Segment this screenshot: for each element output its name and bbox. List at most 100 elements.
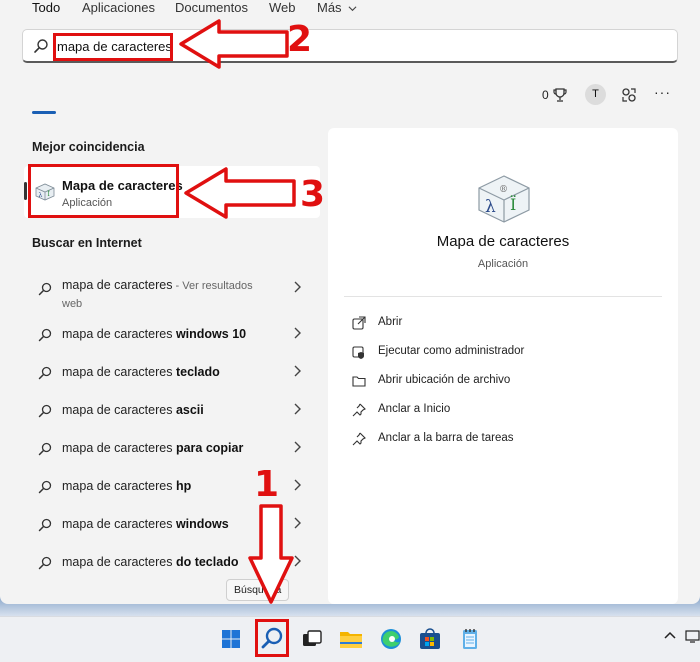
action-open-label: Abrir — [378, 316, 403, 328]
web-result[interactable]: mapa de caracteres teclado — [24, 354, 320, 390]
query-suggestion: hp — [175, 479, 192, 493]
tab-more[interactable]: Más — [317, 0, 357, 15]
web-result[interactable]: mapa de caracteres ascii — [24, 392, 320, 428]
action-open-location[interactable]: Abrir ubicación de archivo — [348, 371, 648, 393]
file-explorer-icon[interactable] — [337, 625, 365, 653]
divider — [344, 296, 662, 297]
annotation-arrow-left-icon — [179, 19, 289, 69]
preview-card: λ Ї ® Mapa de caracteres Aplicación Abri… — [328, 128, 678, 604]
annotation-arrow-down-icon — [248, 504, 294, 604]
chevron-right-icon — [294, 281, 301, 293]
selection-indicator — [24, 182, 27, 200]
best-match-heading: Mejor coincidencia — [32, 140, 145, 154]
query-base: mapa de caracteres — [62, 555, 176, 569]
chevron-down-icon — [348, 6, 357, 12]
query-suggestion: do teclado — [175, 555, 239, 569]
search-icon — [34, 39, 48, 53]
edge-icon[interactable] — [377, 625, 405, 653]
web-result[interactable]: mapa de caracteres windows 10 — [24, 316, 320, 352]
rewards-points: 0 — [542, 88, 549, 102]
query-base: mapa de caracteres — [62, 479, 176, 493]
web-result-line2: web — [62, 298, 83, 310]
search-icon — [38, 366, 52, 380]
query-suggestion: windows — [175, 517, 229, 531]
chevron-right-icon — [294, 403, 301, 415]
query-base: mapa de caracteres — [62, 517, 176, 531]
query-base: mapa de caracteres — [62, 403, 176, 417]
pin-icon — [352, 432, 366, 446]
preview-kind: Aplicación — [477, 258, 529, 270]
chevron-right-icon — [294, 365, 301, 377]
web-result-text: mapa de caracteres ascii — [62, 403, 204, 417]
annotation-number-2: 2 — [287, 19, 313, 60]
tab-more-label: Más — [317, 0, 342, 15]
action-run-as-admin[interactable]: Ejecutar como administrador — [348, 342, 648, 364]
search-icon — [38, 518, 52, 532]
action-open[interactable]: Abrir — [348, 313, 648, 335]
store-icon[interactable] — [416, 625, 444, 653]
task-view-icon[interactable] — [298, 625, 326, 653]
web-result[interactable]: mapa de caracteres para copiar — [24, 430, 320, 466]
web-result-text: mapa de caracteres teclado — [62, 365, 220, 379]
web-result-text: mapa de caracteres hp — [62, 479, 191, 493]
annotation-number-1: 1 — [254, 464, 280, 505]
tab-apps[interactable]: Aplicaciones — [82, 0, 155, 15]
folder-icon — [352, 376, 366, 387]
tab-documents[interactable]: Documentos — [175, 0, 248, 15]
action-pin-taskbar[interactable]: Anclar a la barra de tareas — [348, 429, 648, 451]
svg-text:λ: λ — [485, 197, 496, 217]
query-suggestion: para copiar — [175, 441, 244, 455]
chevron-right-icon — [294, 441, 301, 453]
taskbar — [0, 616, 700, 662]
query-suggestion: teclado — [175, 365, 220, 379]
search-panel: Todo Aplicaciones Documentos Web Más 0 T… — [0, 0, 700, 604]
web-result-text: mapa de caracteres do teclado — [62, 555, 238, 569]
query-base: mapa de caracteres — [62, 365, 176, 379]
see-results-text: - Ver resultados — [172, 280, 253, 292]
more-options-button[interactable]: ··· — [654, 84, 671, 100]
start-icon[interactable] — [217, 625, 245, 653]
annotation-box-best-match — [28, 164, 179, 218]
search-icon — [38, 480, 52, 494]
web-result-text: mapa de caracteres - Ver resultados — [62, 278, 253, 292]
action-pin-start-label: Anclar a Inicio — [378, 403, 451, 415]
web-result-text: mapa de caracteres para copiar — [62, 441, 243, 455]
annotation-arrow-left-icon — [184, 167, 296, 219]
account-avatar[interactable]: T — [585, 84, 606, 105]
annotation-box-taskbar-search — [255, 619, 289, 657]
internet-heading: Buscar en Internet — [32, 236, 142, 250]
network-icon[interactable] — [685, 629, 700, 644]
trophy-icon[interactable] — [552, 87, 568, 103]
query-suggestion: ascii — [175, 403, 204, 417]
search-icon — [38, 404, 52, 418]
query-text: mapa de caracteres — [62, 278, 173, 292]
search-icon — [38, 556, 52, 570]
query-suggestion: windows 10 — [175, 327, 247, 341]
chevron-right-icon — [294, 327, 301, 339]
action-pin-taskbar-label: Anclar a la barra de tareas — [378, 432, 514, 444]
svg-text:Ї: Ї — [510, 194, 516, 214]
share-icon[interactable] — [620, 86, 638, 104]
web-result[interactable]: mapa de caracteres - Ver resultados web — [24, 270, 320, 310]
web-result-text: mapa de caracteres windows — [62, 517, 229, 531]
annotation-box-search-text — [53, 33, 173, 61]
tab-all[interactable]: Todo — [32, 0, 60, 15]
active-tab-indicator — [32, 111, 56, 114]
search-icon — [38, 442, 52, 456]
chevron-right-icon — [294, 479, 301, 491]
pin-icon — [352, 403, 366, 417]
search-icon — [38, 282, 52, 296]
preview-title: Mapa de caracteres — [436, 233, 570, 250]
tab-web[interactable]: Web — [269, 0, 296, 15]
search-icon — [38, 328, 52, 342]
open-icon — [352, 316, 366, 330]
query-base: mapa de caracteres — [62, 327, 176, 341]
admin-shield-icon — [352, 346, 364, 359]
annotation-number-3: 3 — [300, 174, 326, 215]
action-pin-start[interactable]: Anclar a Inicio — [348, 400, 648, 422]
web-result-text: mapa de caracteres windows 10 — [62, 327, 246, 341]
chevron-up-icon[interactable] — [664, 630, 676, 642]
action-admin-label: Ejecutar como administrador — [378, 345, 525, 357]
notepad-icon[interactable] — [456, 625, 484, 653]
svg-text:®: ® — [499, 185, 508, 195]
